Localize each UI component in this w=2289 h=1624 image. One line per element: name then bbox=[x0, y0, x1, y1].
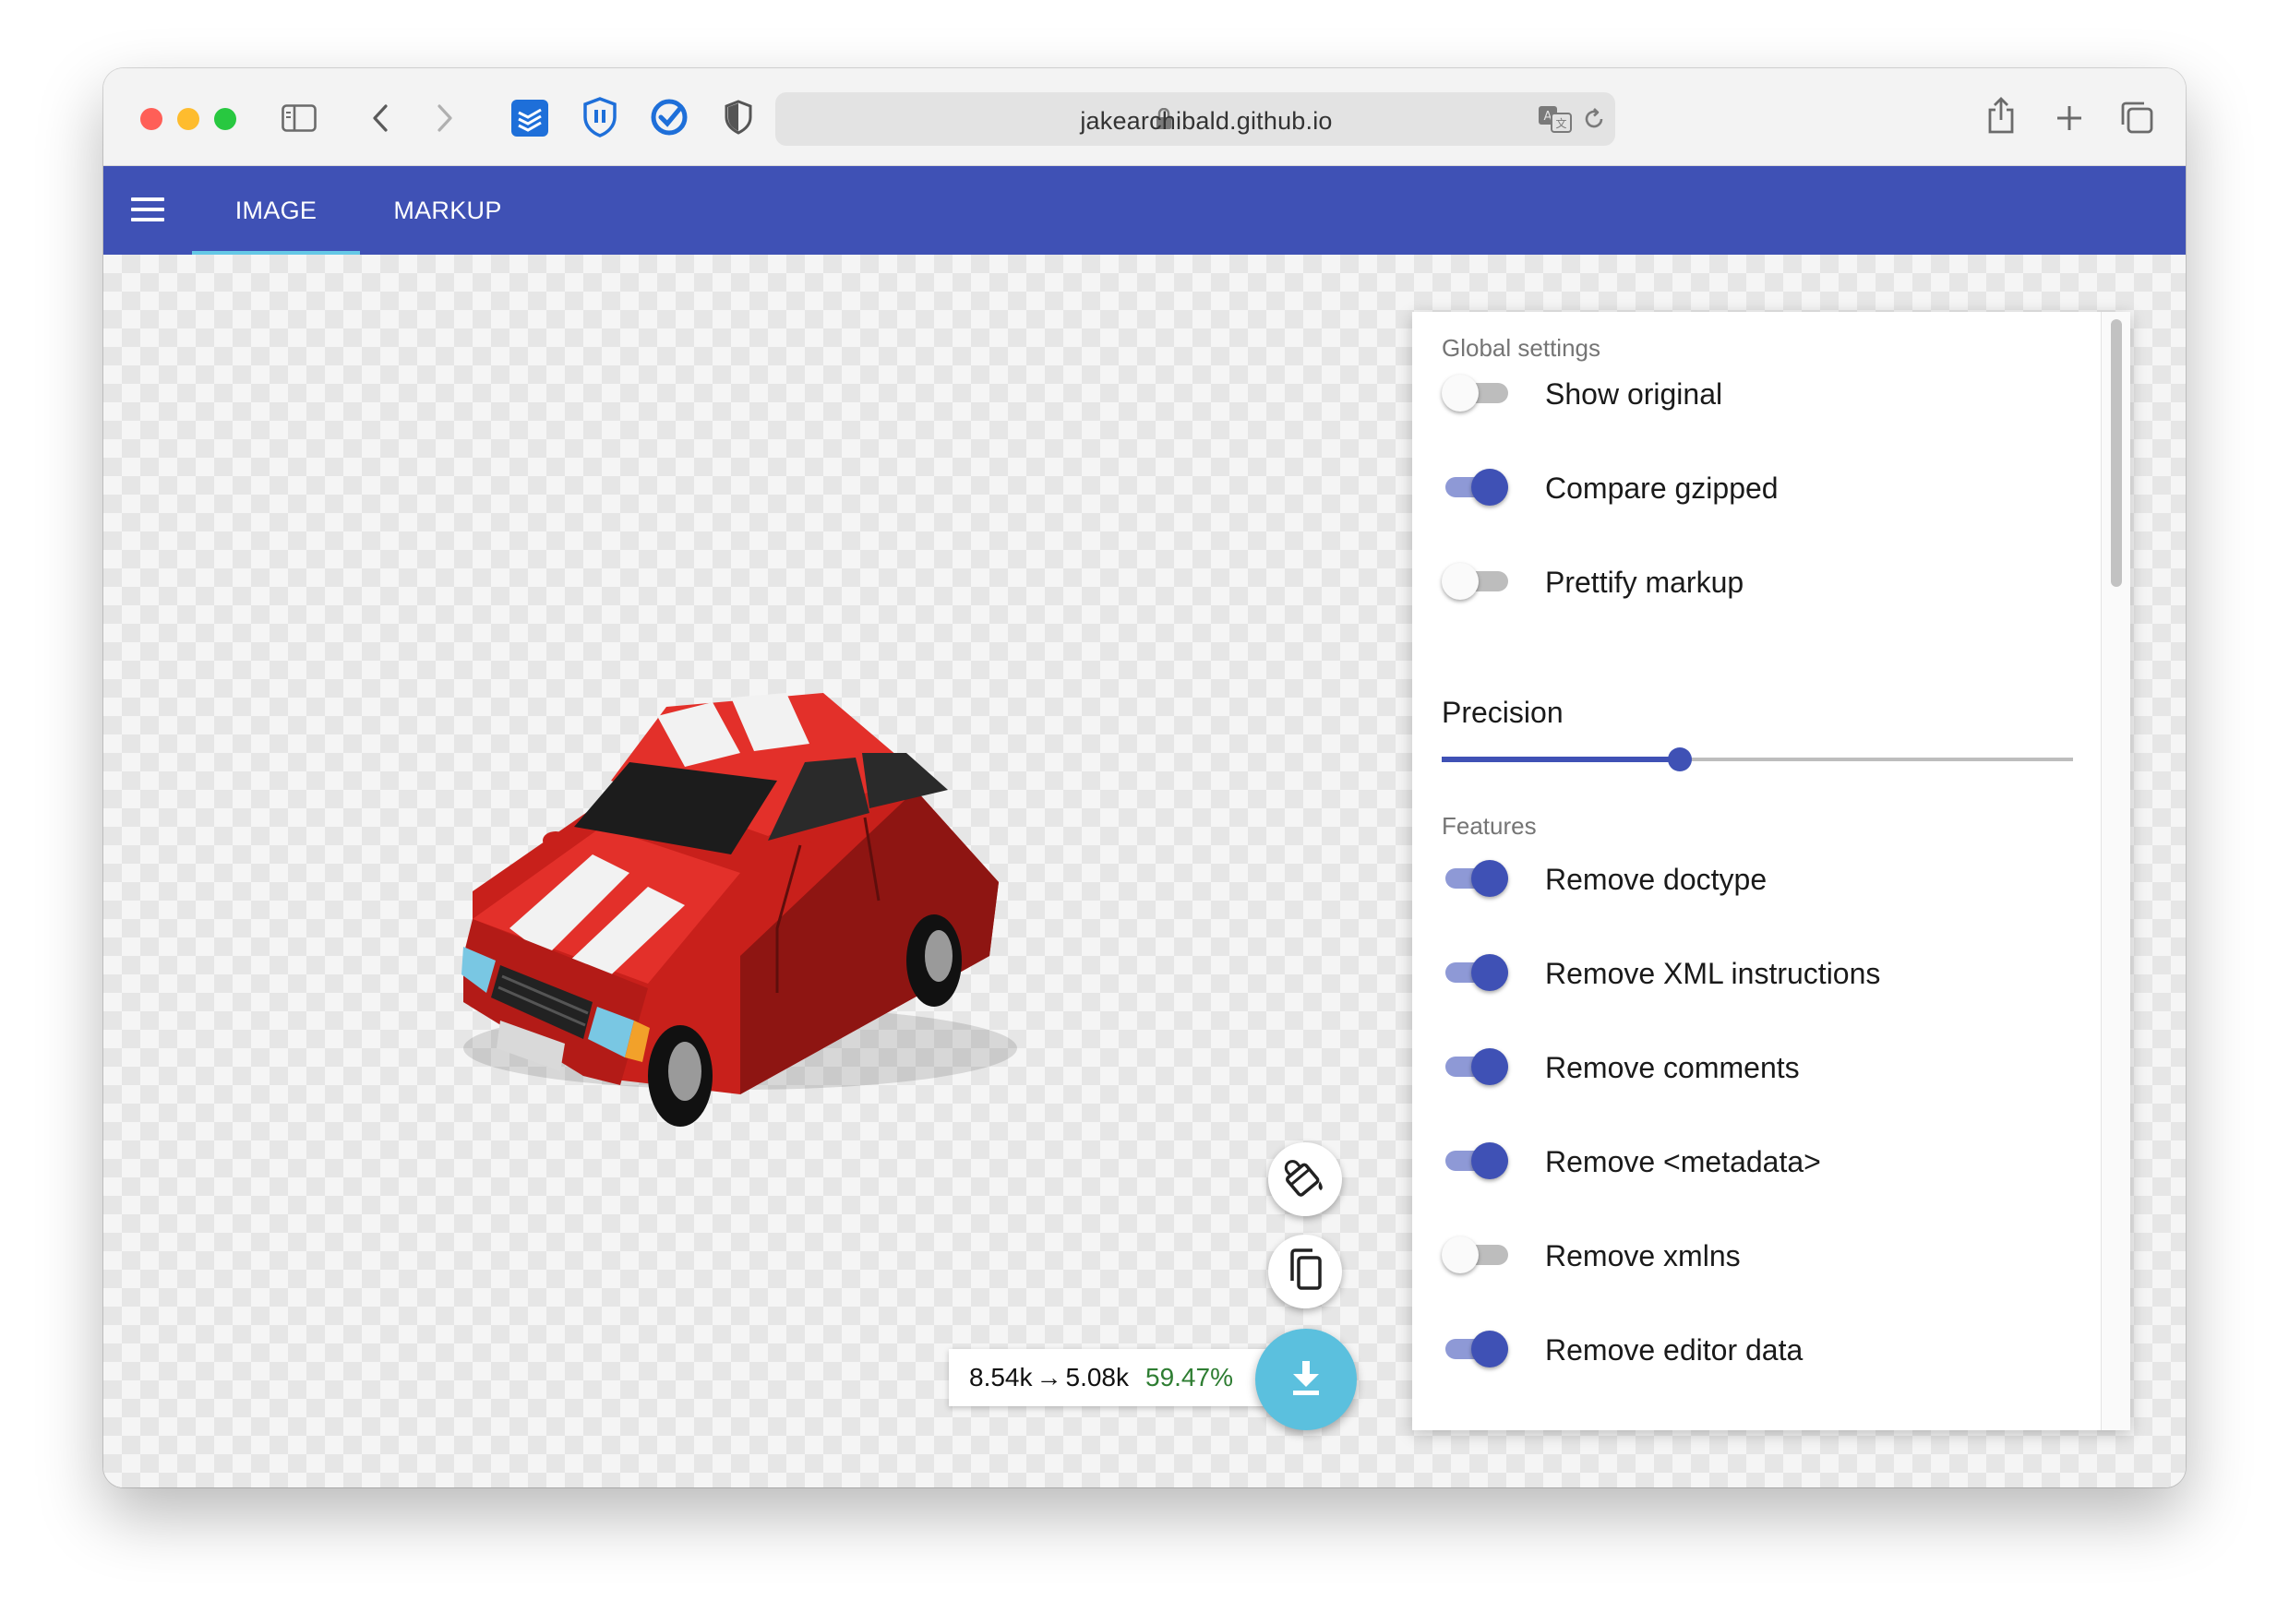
precision-label: Precision bbox=[1442, 696, 1564, 729]
remove-metadata-switch[interactable] bbox=[1442, 1142, 1508, 1179]
paint-bucket-icon bbox=[1283, 1155, 1327, 1204]
tab-overview-icon[interactable] bbox=[2117, 98, 2156, 137]
image-canvas[interactable]: Global settings Show original Compare gz… bbox=[103, 255, 2186, 1487]
toggle-show-original[interactable]: Show original bbox=[1442, 365, 2088, 421]
remove-comments-label: Remove comments bbox=[1545, 1051, 1800, 1084]
copy-icon bbox=[1285, 1248, 1325, 1296]
remove-editor-data-label: Remove editor data bbox=[1545, 1333, 1804, 1367]
app-bar: IMAGE MARKUP bbox=[103, 166, 2186, 255]
zoom-window-button[interactable] bbox=[214, 108, 236, 130]
tab-image[interactable]: IMAGE bbox=[192, 166, 360, 255]
original-size: 8.54k bbox=[969, 1363, 1033, 1391]
remove-comments-switch[interactable] bbox=[1442, 1048, 1508, 1085]
download-button[interactable] bbox=[1255, 1329, 1357, 1430]
remove-xmlns-label: Remove xmlns bbox=[1545, 1239, 1741, 1272]
background-toggle-button[interactable] bbox=[1268, 1142, 1342, 1216]
settings-scrollbar[interactable] bbox=[2101, 312, 2130, 1430]
sidebar-toggle-icon[interactable] bbox=[281, 100, 318, 137]
translate-icon[interactable]: A文 bbox=[1538, 105, 1573, 137]
toggle-compare-gzipped[interactable]: Compare gzipped bbox=[1442, 460, 2088, 515]
compare-gzipped-label: Compare gzipped bbox=[1545, 472, 1779, 505]
remove-doctype-label: Remove doctype bbox=[1545, 863, 1768, 896]
browser-window: jakearchibald.github.io A文 IMAGE MARKUP bbox=[103, 68, 2186, 1487]
precision-slider-thumb[interactable] bbox=[1667, 747, 1692, 771]
tab-markup[interactable]: MARKUP bbox=[364, 166, 532, 255]
svg-text:文: 文 bbox=[1555, 116, 1566, 130]
todoist-extension-icon[interactable] bbox=[509, 98, 550, 138]
prettify-markup-label: Prettify markup bbox=[1545, 566, 1744, 599]
features-heading: Features bbox=[1442, 812, 1537, 840]
savings-percent: 59.47% bbox=[1145, 1363, 1233, 1391]
reload-icon[interactable] bbox=[1582, 107, 1606, 136]
check-extension-icon[interactable] bbox=[648, 96, 690, 138]
toggle-remove-editor-data[interactable]: Remove editor data bbox=[1442, 1321, 2088, 1377]
toggle-remove-doctype[interactable]: Remove doctype bbox=[1442, 851, 2088, 906]
hamburger-menu-icon[interactable] bbox=[129, 192, 166, 229]
address-bar[interactable]: jakearchibald.github.io A文 bbox=[775, 92, 1615, 146]
toggle-remove-comments[interactable]: Remove comments bbox=[1442, 1039, 2088, 1094]
show-original-label: Show original bbox=[1545, 377, 1723, 411]
car-illustration bbox=[461, 693, 1017, 1127]
forward-icon[interactable] bbox=[426, 100, 463, 137]
url-text: jakearchibald.github.io bbox=[1080, 107, 1333, 135]
minimize-window-button[interactable] bbox=[177, 108, 199, 130]
settings-panel: Global settings Show original Compare gz… bbox=[1412, 312, 2130, 1430]
size-results: 8.54k → 5.08k 59.47% bbox=[949, 1349, 1279, 1406]
size-arrow: → bbox=[1036, 1363, 1062, 1391]
new-tab-icon[interactable] bbox=[2051, 100, 2088, 137]
toggle-remove-xmlns[interactable]: Remove xmlns bbox=[1442, 1227, 2088, 1283]
remove-doctype-switch[interactable] bbox=[1442, 860, 1508, 897]
remove-xml-instructions-switch[interactable] bbox=[1442, 954, 1508, 991]
privacy-shield-icon[interactable] bbox=[720, 98, 757, 137]
browser-toolbar: jakearchibald.github.io A文 bbox=[103, 68, 2186, 166]
toggle-prettify-markup[interactable]: Prettify markup bbox=[1442, 554, 2088, 609]
optimized-size: 5.08k bbox=[1065, 1363, 1130, 1391]
bitwarden-shield-icon[interactable] bbox=[580, 96, 620, 138]
remove-metadata-label: Remove <metadata> bbox=[1545, 1145, 1821, 1178]
settings-scrollbar-thumb[interactable] bbox=[2111, 319, 2122, 587]
remove-xml-instructions-label: Remove XML instructions bbox=[1545, 957, 1881, 990]
remove-xmlns-switch[interactable] bbox=[1442, 1236, 1508, 1273]
copy-button[interactable] bbox=[1268, 1235, 1342, 1308]
remove-editor-data-switch[interactable] bbox=[1442, 1331, 1508, 1367]
toggle-remove-xml-instructions[interactable]: Remove XML instructions bbox=[1442, 945, 2088, 1000]
global-settings-heading: Global settings bbox=[1442, 334, 1600, 362]
back-icon[interactable] bbox=[362, 100, 399, 137]
download-icon bbox=[1288, 1357, 1324, 1403]
compare-gzipped-switch[interactable] bbox=[1442, 469, 1508, 506]
toggle-remove-metadata[interactable]: Remove <metadata> bbox=[1442, 1133, 2088, 1188]
close-window-button[interactable] bbox=[140, 108, 162, 130]
show-original-switch[interactable] bbox=[1442, 375, 1508, 412]
prettify-markup-switch[interactable] bbox=[1442, 563, 1508, 600]
precision-slider[interactable] bbox=[1442, 746, 2073, 773]
share-icon[interactable] bbox=[1983, 94, 2019, 137]
